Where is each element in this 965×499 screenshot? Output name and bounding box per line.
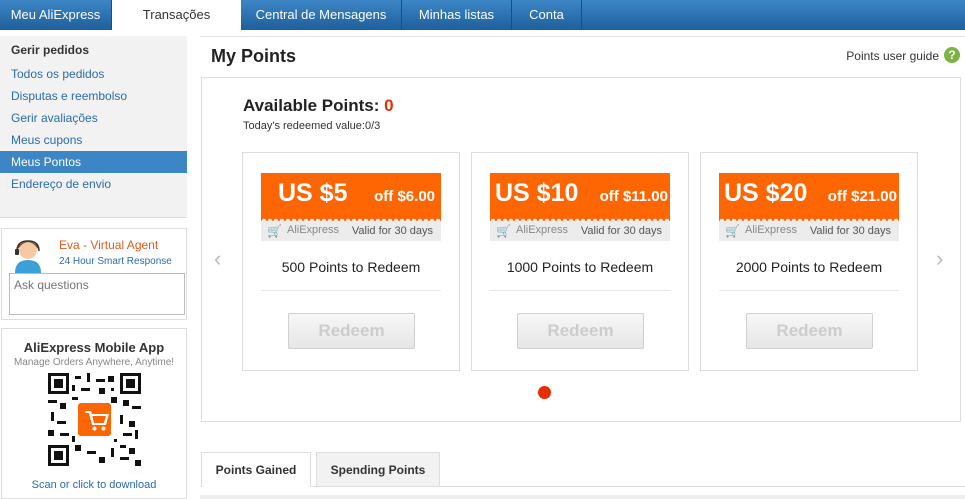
coupon-card: US $10 off $11.00 🛒 AliExpress Valid for… xyxy=(471,152,689,371)
coupon-brand: AliExpress xyxy=(745,224,797,236)
points-to-redeem: 1000 Points to Redeem xyxy=(506,259,654,275)
coupon: US $10 off $11.00 🛒 AliExpress Valid for… xyxy=(490,173,670,241)
sidebar-item-avaliacoes[interactable]: Gerir avaliações xyxy=(0,107,187,129)
coupon-off: off $6.00 xyxy=(374,188,435,205)
tab-meu-aliexpress[interactable]: Meu AliExpress xyxy=(0,0,112,30)
coupon-amount: US $10 xyxy=(495,179,579,207)
app-download-link[interactable]: Scan or click to download xyxy=(2,479,186,491)
app-promo-subtitle: Manage Orders Anywhere, Anytime! xyxy=(13,357,175,368)
coupon-off: off $11.00 xyxy=(599,188,668,205)
coupon-brand: AliExpress xyxy=(287,224,339,236)
sidebar-item-endereco[interactable]: Endereço de envio xyxy=(0,173,187,195)
sidebar-item-disputas[interactable]: Disputas e reembolso xyxy=(0,85,187,107)
coupon-validity: Valid for 30 days xyxy=(351,225,433,237)
coupon-amount: US $20 xyxy=(724,179,808,207)
coupon-validity: Valid for 30 days xyxy=(809,225,891,237)
tab-points-gained[interactable]: Points Gained xyxy=(201,452,311,487)
carousel-page-dot[interactable] xyxy=(538,386,551,399)
available-points-label: Available Points: xyxy=(243,96,380,115)
header-divider xyxy=(200,36,965,37)
redeemed-value: Today's redeemed value:0/3 xyxy=(243,120,381,132)
question-icon[interactable]: ? xyxy=(944,47,960,63)
sidebar-item-cupons[interactable]: Meus cupons xyxy=(0,129,187,151)
redeem-button[interactable]: Redeem xyxy=(517,313,644,349)
coupon-brand: AliExpress xyxy=(516,224,568,236)
tab-conta[interactable]: Conta xyxy=(512,0,582,30)
redeem-button[interactable]: Redeem xyxy=(288,313,415,349)
coupon-amount: US $5 xyxy=(278,179,348,207)
sidebar: Gerir pedidos Todos os pedidos Disputas … xyxy=(0,36,187,218)
sidebar-title: Gerir pedidos xyxy=(11,43,90,57)
points-to-redeem: 500 Points to Redeem xyxy=(281,259,421,275)
available-points-value: 0 xyxy=(384,96,394,115)
chevron-right-icon[interactable]: › xyxy=(936,246,943,272)
coupon: US $20 off $21.00 🛒 AliExpress Valid for… xyxy=(719,173,899,241)
agent-subtitle: 24 Hour Smart Response xyxy=(59,256,172,267)
available-points: Available Points: 0 xyxy=(243,96,394,116)
ask-questions-input[interactable] xyxy=(9,273,185,315)
page-title: My Points xyxy=(211,46,297,66)
agent-avatar-icon xyxy=(15,240,41,273)
points-panel: Available Points: 0 Today's redeemed val… xyxy=(201,77,961,422)
cart-icon: 🛒 xyxy=(267,224,282,238)
points-tabs: Points Gained Spending Points xyxy=(200,452,965,499)
tab-transacoes[interactable]: Transações xyxy=(112,0,241,31)
qr-code-icon[interactable] xyxy=(48,373,141,466)
cart-icon: 🛒 xyxy=(496,224,511,238)
points-guide-link[interactable]: Points user guide xyxy=(846,49,939,63)
virtual-agent-box: Eva - Virtual Agent 24 Hour Smart Respon… xyxy=(1,228,187,320)
coupon-card: US $20 off $21.00 🛒 AliExpress Valid for… xyxy=(700,152,918,371)
chevron-left-icon[interactable]: ‹ xyxy=(214,246,221,272)
tab-minhas-listas[interactable]: Minhas listas xyxy=(402,0,512,30)
cart-icon: 🛒 xyxy=(725,224,740,238)
coupon-validity: Valid for 30 days xyxy=(580,225,662,237)
tab-spending-points[interactable]: Spending Points xyxy=(316,452,440,487)
top-nav: Meu AliExpress Transações Central de Men… xyxy=(0,0,965,31)
sidebar-item-meus-pontos[interactable]: Meus Pontos xyxy=(0,151,187,173)
agent-name: Eva - Virtual Agent xyxy=(59,238,159,252)
coupon-card: US $5 off $6.00 🛒 AliExpress Valid for 3… xyxy=(242,152,460,371)
app-promo-title: AliExpress Mobile App xyxy=(23,340,165,355)
points-to-redeem: 2000 Points to Redeem xyxy=(735,259,883,275)
coupon: US $5 off $6.00 🛒 AliExpress Valid for 3… xyxy=(261,173,441,241)
redeem-button[interactable]: Redeem xyxy=(746,313,873,349)
coupon-off: off $21.00 xyxy=(827,188,897,205)
tab-central-mensagens[interactable]: Central de Mensagens xyxy=(241,0,402,30)
sidebar-item-todos-pedidos[interactable]: Todos os pedidos xyxy=(0,63,187,85)
mobile-app-promo: AliExpress Mobile App Manage Orders Anyw… xyxy=(1,328,187,499)
